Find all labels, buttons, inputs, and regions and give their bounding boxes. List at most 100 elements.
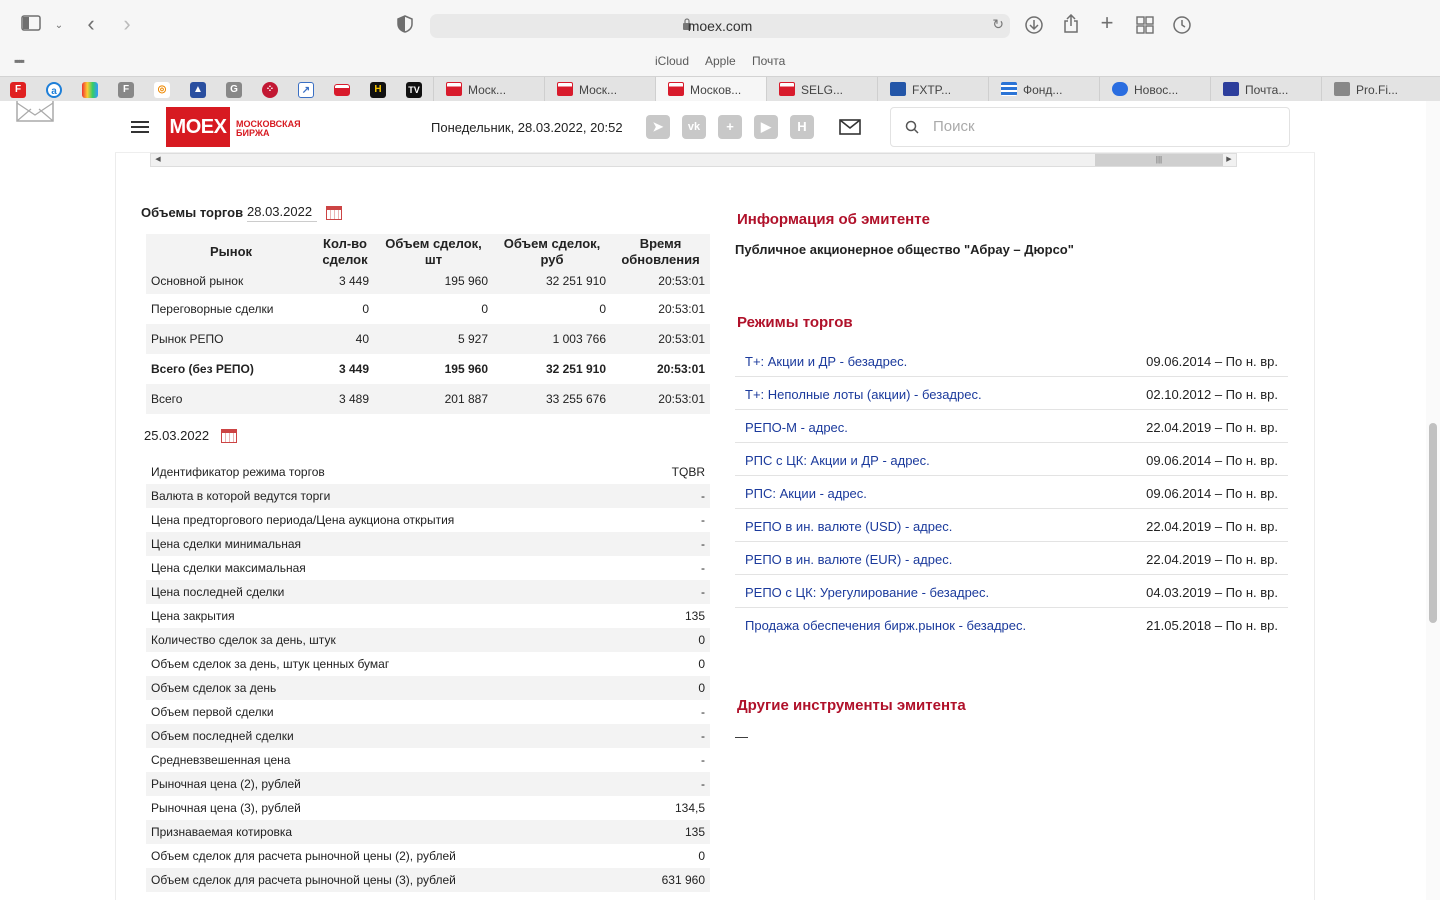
browser-tab[interactable]: Pro.Fi... <box>1321 77 1440 102</box>
volume-rub: 0 <box>599 302 606 316</box>
youtube-icon[interactable]: ▶ <box>754 115 778 139</box>
mode-link[interactable]: РЕПО-М - адрес. <box>745 420 848 435</box>
volume-shares: 195 960 <box>374 270 493 294</box>
market-name: Рынок РЕПО <box>146 324 316 354</box>
trades-count: 0 <box>362 302 369 316</box>
horizontal-scrollbar[interactable]: ◀ ||| ▶ <box>150 153 1237 167</box>
table-row: Объем сделок для расчета рыночной цены (… <box>146 868 710 892</box>
mode-link[interactable]: Продажа обеспечения бирж.рынок - безадре… <box>745 618 1026 633</box>
pinned-tab-icon[interactable] <box>334 84 350 96</box>
favorite-apple[interactable]: Apple <box>705 54 736 68</box>
tab-overview-icon[interactable] <box>1135 16 1155 38</box>
mode-link[interactable]: Т+: Неполные лоты (акции) - безадрес. <box>745 387 982 402</box>
table-cell <box>146 892 628 900</box>
pinned-tab-icon[interactable]: ◎ <box>154 82 170 98</box>
apps-grid-icon[interactable]: ▪▪▪▪ <box>14 54 25 68</box>
browser-tab-active[interactable]: Москов... <box>655 77 766 102</box>
table-row: Рыночная цена (3), рублей 134,5 <box>146 796 710 820</box>
trades-count: 3 489 <box>316 384 374 414</box>
address-bar[interactable]: moex.com ↻ <box>430 14 1010 38</box>
mail-side-icon[interactable] <box>16 101 54 123</box>
browser-tab[interactable]: Фонд... <box>988 77 1099 102</box>
vk-icon[interactable]: vk <box>682 115 706 139</box>
mode-link[interactable]: РЕПО в ин. валюте (EUR) - адрес. <box>745 552 952 567</box>
pinned-tab-icon[interactable]: F <box>10 82 26 98</box>
browser-tab[interactable]: Моск... <box>544 77 655 102</box>
trades-count: 3 449 <box>338 362 369 376</box>
param-label: Объем последней сделки <box>146 724 629 748</box>
mode-link[interactable]: РПС: Акции - адрес. <box>745 486 867 501</box>
pinned-tab-icon[interactable]: a <box>46 82 62 98</box>
table-row: Средневзвешенная цена - <box>146 748 710 772</box>
downloads-icon[interactable] <box>1024 15 1044 39</box>
mode-link[interactable]: РПС с ЦК: Акции и ДР - адрес. <box>745 453 930 468</box>
pinned-tab-icon[interactable]: H <box>370 82 386 98</box>
calendar-icon[interactable] <box>326 206 342 220</box>
telegram-icon[interactable]: ➤ <box>646 115 670 139</box>
browser-tab[interactable]: Почта... <box>1210 77 1321 102</box>
table-header-row: Рынок Кол-во сделок Объем сделок, шт Объ… <box>146 234 710 270</box>
mode-link[interactable]: Т+: Акции и ДР - безадрес. <box>745 354 907 369</box>
history-icon[interactable] <box>1172 15 1192 39</box>
table-row: Всего (без РЕПО) 3 449 195 960 32 251 91… <box>146 354 710 384</box>
pinned-tab-icon[interactable]: F <box>118 82 134 98</box>
mail-icon[interactable] <box>839 119 861 135</box>
pinned-tab-icon[interactable]: ⁘ <box>262 82 278 98</box>
list-item: РПС: Акции - адрес. 09.06.2014 – По н. вр… <box>735 476 1288 509</box>
pinned-tab-icon[interactable] <box>82 82 98 98</box>
forward-icon[interactable]: › <box>118 13 136 35</box>
param-value: - <box>628 484 710 508</box>
params-table: Идентификатор режима торгов TQBR Валюта в… <box>146 460 710 900</box>
issuer-title: Информация об эмитенте <box>737 211 930 228</box>
list-item: РЕПО в ин. валюте (USD) - адрес. 22.04.20… <box>735 509 1288 542</box>
calendar-icon[interactable] <box>221 429 237 443</box>
scroll-left-icon[interactable]: ◀ <box>151 154 165 166</box>
pinned-tab-icon[interactable]: G <box>226 82 242 98</box>
browser-tab[interactable]: Новос... <box>1099 77 1210 102</box>
sidebar-toggle-icon[interactable] <box>20 15 42 35</box>
pinned-tab-icon[interactable]: TV <box>406 82 422 98</box>
habr-icon[interactable]: H <box>790 115 814 139</box>
table-row: Цена сделки максимальная - <box>146 556 710 580</box>
privacy-shield-icon[interactable] <box>396 15 414 37</box>
browser-tab[interactable]: FXTP... <box>877 77 988 102</box>
back-icon[interactable]: ‹ <box>82 13 100 35</box>
share-icon[interactable] <box>1061 13 1081 38</box>
search-box[interactable] <box>890 107 1290 147</box>
chevron-down-icon[interactable]: ⌄ <box>52 16 66 36</box>
market-name: Всего <box>146 384 316 414</box>
mode-link[interactable]: РЕПО с ЦК: Урегулирование - безадрес. <box>745 585 989 600</box>
new-tab-icon[interactable]: + <box>1097 12 1117 34</box>
param-value: 631 960 <box>628 868 710 892</box>
scroll-right-icon[interactable]: ▶ <box>1222 154 1236 166</box>
plus-social-icon[interactable]: + <box>718 115 742 139</box>
moex-flag-icon <box>557 82 573 96</box>
param-value: - <box>628 724 710 748</box>
menu-icon[interactable] <box>131 121 149 133</box>
mode-link[interactable]: РЕПО в ин. валюте (USD) - адрес. <box>745 519 952 534</box>
scroll-thumb[interactable]: ||| <box>1095 154 1223 166</box>
reload-icon[interactable]: ↻ <box>992 16 1004 33</box>
browser-tab[interactable]: SELG... <box>766 77 877 102</box>
favorite-mail[interactable]: Почта <box>752 54 785 68</box>
table-row: Объем сделок для расчета рыночной цены (… <box>146 844 710 868</box>
vertical-scrollbar[interactable] <box>1426 101 1440 900</box>
browser-tab[interactable]: Моск... <box>433 77 544 102</box>
moex-logo[interactable]: MOEX Московская биржа <box>166 107 301 147</box>
params-date[interactable]: 25.03.2022 <box>144 428 209 443</box>
mode-dates: 22.04.2019 – По н. вр. <box>1146 420 1278 435</box>
pinned-tab-icon[interactable]: ▲ <box>190 82 206 98</box>
table-row: Рыночная цена (2), рублей - <box>146 772 710 796</box>
search-input[interactable] <box>933 118 1273 135</box>
param-value: 0 <box>628 676 710 700</box>
volumes-date-input[interactable]: 28.03.2022 <box>247 204 317 222</box>
moex-flag-icon <box>668 82 684 96</box>
volume-rub: 33 255 676 <box>493 384 611 414</box>
logo-subtitle: Московская биржа <box>236 120 301 138</box>
tab-label: Моск... <box>468 83 507 97</box>
pinned-tab-icon[interactable]: ↗ <box>298 82 314 98</box>
moex-flag-icon <box>779 82 795 96</box>
volume-rub: 1 003 766 <box>493 324 611 354</box>
favorite-icloud[interactable]: iCloud <box>655 54 689 68</box>
vertical-scroll-thumb[interactable] <box>1429 423 1437 623</box>
